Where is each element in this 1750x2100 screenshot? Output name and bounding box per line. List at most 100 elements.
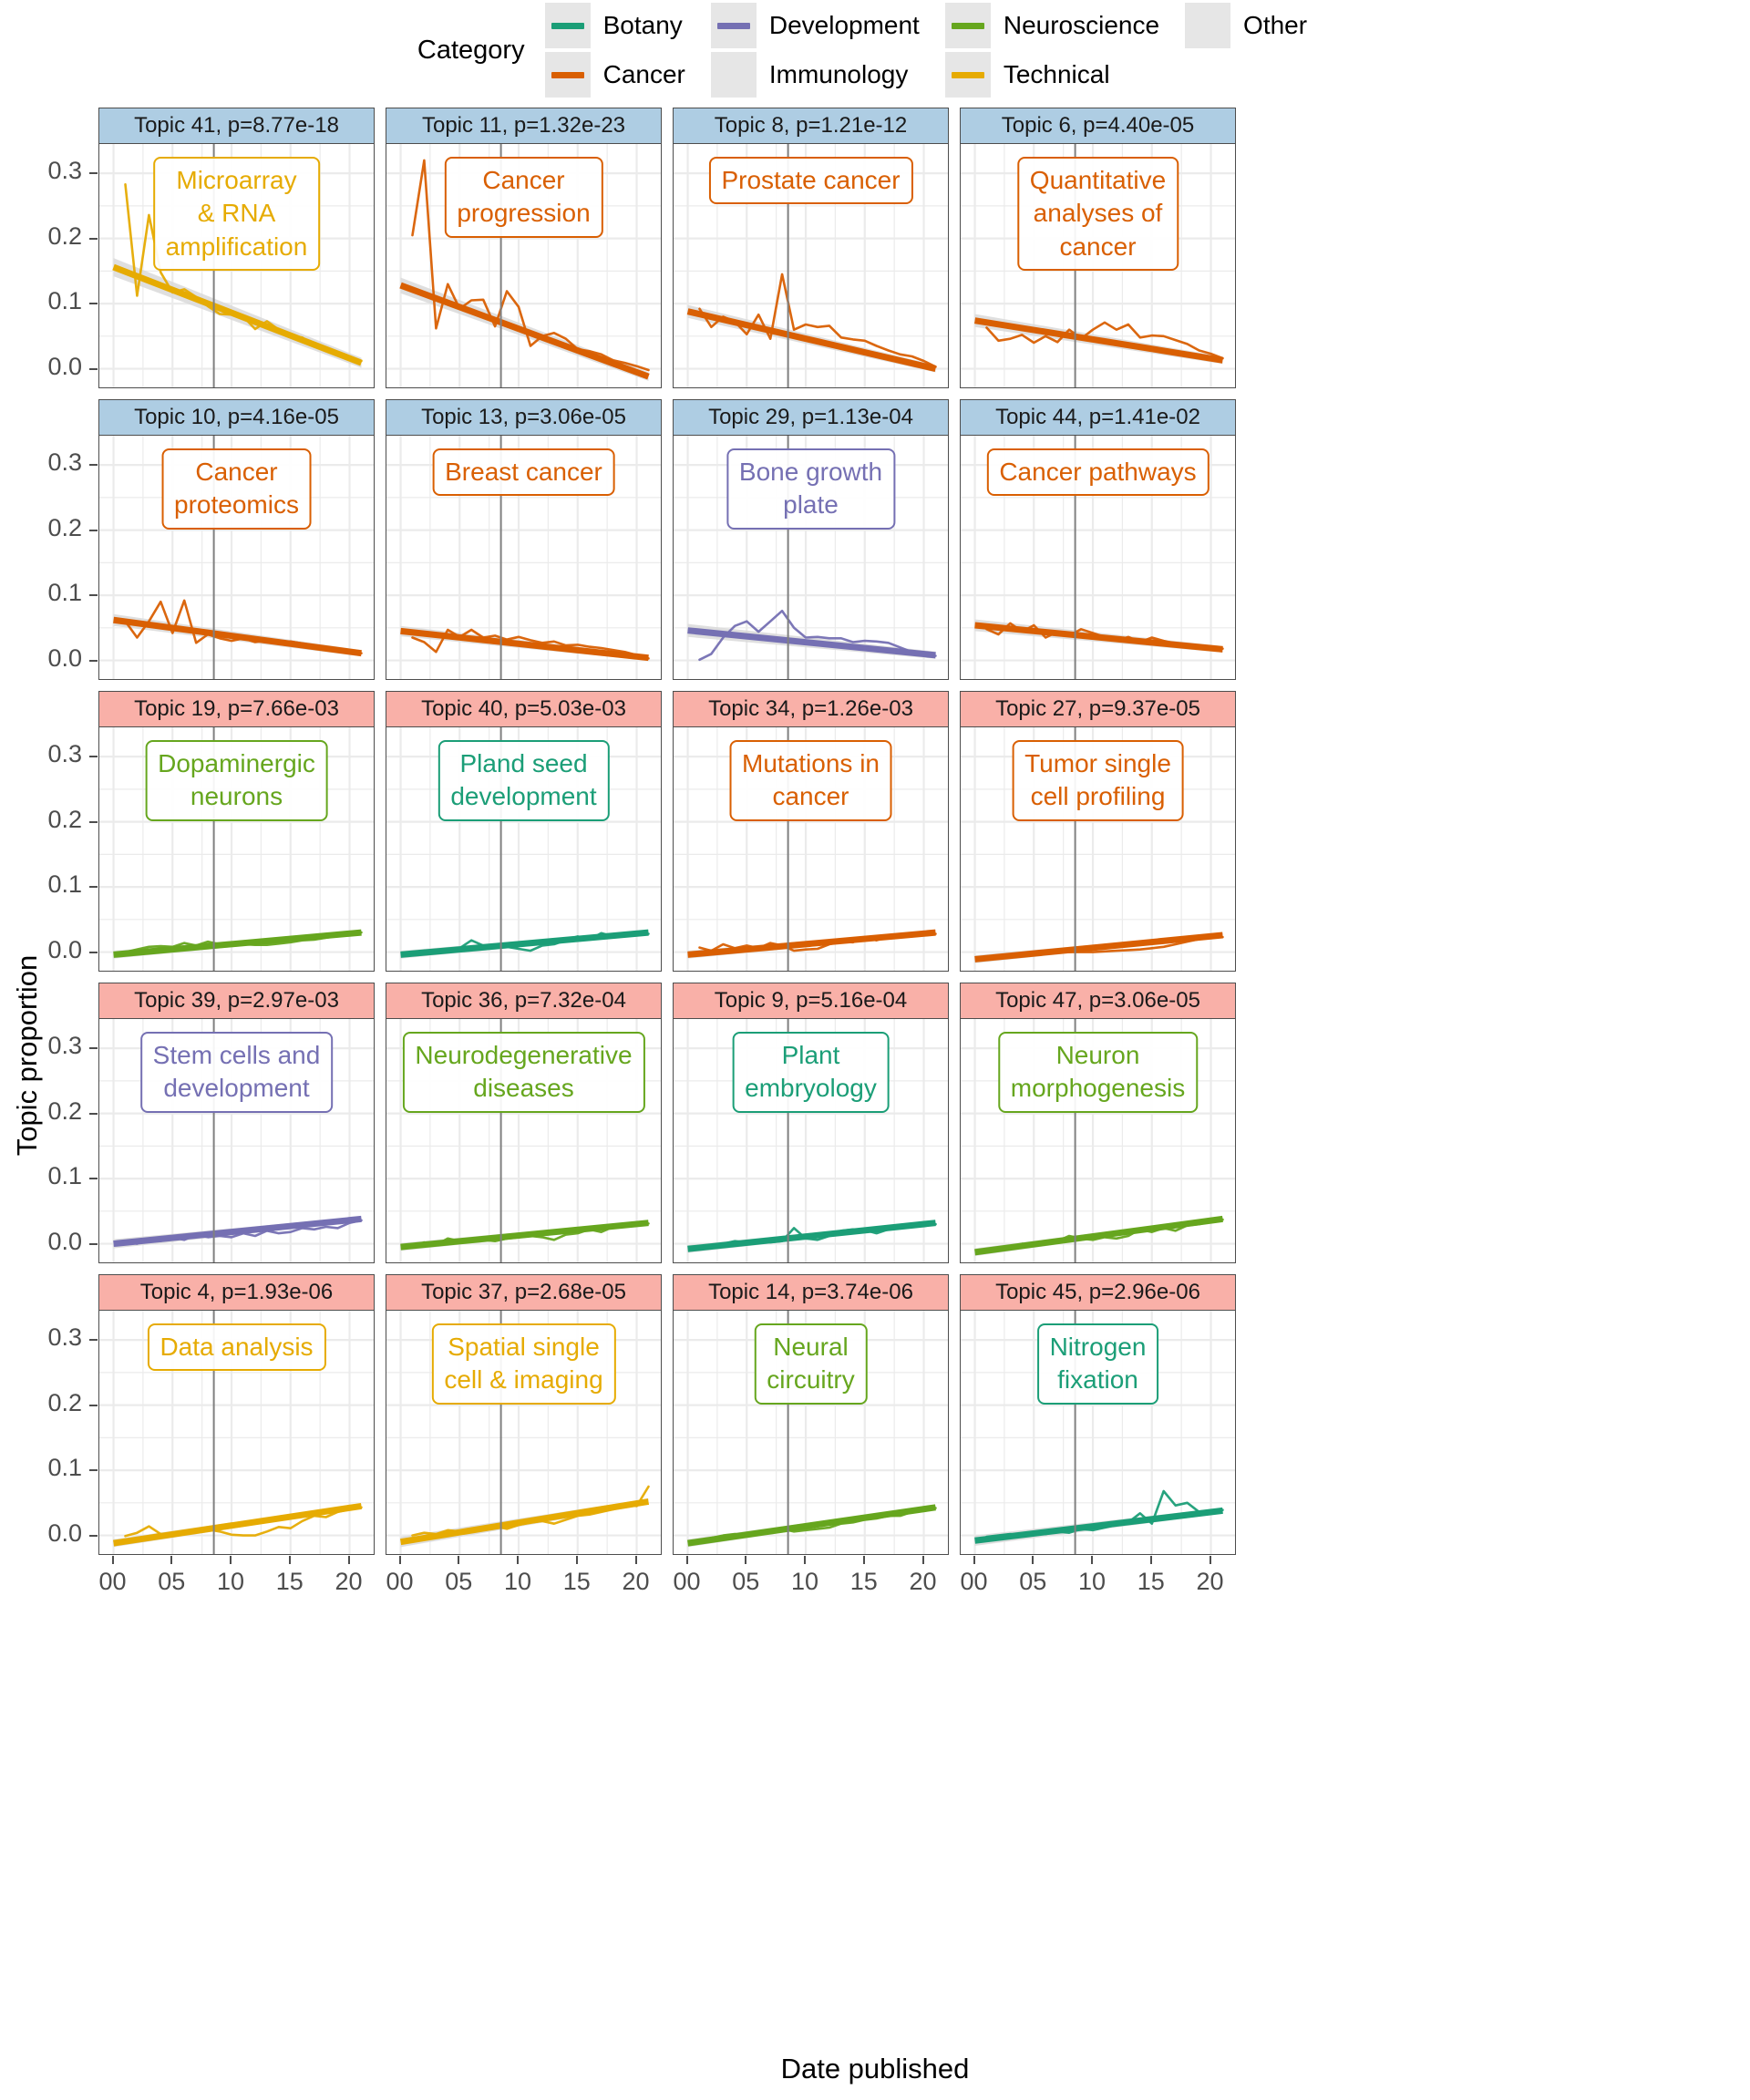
y-tick-label: 0.0 — [47, 1227, 82, 1255]
legend-items: Botany Development Neuroscience Other Cancer… — [544, 1, 1333, 99]
facet-panel: Topic 10, p=4.16e-05 Cancer proteomics — [98, 399, 375, 680]
legend-line-swatch — [716, 22, 750, 29]
x-tick-mark — [685, 1556, 688, 1564]
facet-strip-label: Topic 19, p=7.66e-03 — [98, 691, 375, 727]
topic-label-line: diseases — [473, 1074, 574, 1103]
topic-label-box: Stem cells and development — [139, 1032, 334, 1113]
legend-key-icon — [944, 3, 991, 48]
y-tick-label: 0.0 — [47, 1518, 82, 1547]
facet-strip-label: Topic 40, p=5.03e-03 — [386, 691, 662, 727]
topic-label-line: Plant — [781, 1041, 840, 1069]
facet-plot-area: Data analysis — [98, 1311, 375, 1555]
x-tick-mark — [288, 1556, 291, 1564]
y-tick-label: 0.1 — [47, 870, 82, 899]
legend-item-label: Immunology — [768, 60, 909, 88]
facet-panel: Topic 39, p=2.97e-03 Stem cells and develo… — [98, 983, 375, 1263]
topic-label-line: Stem cells and — [152, 1041, 321, 1069]
facet-strip-label: Topic 27, p=9.37e-05 — [960, 691, 1236, 727]
legend-item-immunology[interactable]: Immunology — [710, 52, 945, 98]
y-tick-mark — [89, 594, 98, 597]
y-tick-mark — [89, 367, 98, 370]
facet-panel: Topic 34, p=1.26e-03 Mutations in cancer — [673, 691, 949, 972]
topic-label-box: Mutations in cancer — [729, 740, 892, 821]
legend-item-development[interactable]: Development — [710, 3, 945, 48]
topic-label-box: Breast cancer — [432, 448, 615, 497]
x-tick-label: 00 — [386, 1568, 414, 1595]
y-tick-label: 0.2 — [47, 1388, 82, 1416]
x-tick-mark — [804, 1556, 807, 1564]
y-tick-label: 0.3 — [47, 448, 82, 477]
x-tick-mark — [634, 1556, 637, 1564]
legend-item-label: Botany — [602, 11, 683, 39]
legend-item-neuroscience[interactable]: Neuroscience — [944, 3, 1185, 48]
x-tick-label: 20 — [335, 1568, 363, 1595]
y-tick-label: 0.1 — [47, 579, 82, 607]
legend-line-swatch — [951, 71, 984, 78]
topic-label-line: proteomics — [174, 490, 299, 520]
y-tick-mark — [89, 303, 98, 305]
topic-label-line: Prostate cancer — [721, 166, 901, 194]
y-tick-label: 0.2 — [47, 1096, 82, 1125]
topic-label-line: Microarray — [176, 166, 297, 194]
facet-panel: Topic 6, p=4.40e-05 Quantitative analyses … — [960, 108, 1236, 388]
facet-panel: Topic 4, p=1.93e-06 Data analysis — [98, 1274, 375, 1555]
topic-label-line: fixation — [1057, 1365, 1138, 1395]
facet-panel: Topic 27, p=9.37e-05 Tumor single cell pro… — [960, 691, 1236, 972]
topic-label-line: Data analysis — [160, 1333, 314, 1361]
facet-panel: Topic 13, p=3.06e-05 Breast cancer — [386, 399, 662, 680]
y-tick-mark — [89, 172, 98, 175]
y-tick-mark — [89, 529, 98, 531]
topic-label-box: Neural circuitry — [754, 1323, 868, 1405]
x-tick-label: 10 — [503, 1568, 532, 1595]
facet-strip-label: Topic 29, p=1.13e-04 — [673, 399, 949, 436]
y-tick-mark — [89, 1242, 98, 1245]
topic-label-line: circuitry — [767, 1365, 855, 1395]
x-tick-mark — [1091, 1556, 1094, 1564]
facet-plot-area: Mutations in cancer — [673, 727, 949, 972]
y-tick-mark — [89, 756, 98, 758]
legend-item-cancer[interactable]: Cancer — [544, 52, 711, 98]
facet-panel: Topic 9, p=5.16e-04 Plant embryology — [673, 983, 949, 1263]
facet-panel: Topic 14, p=3.74e-06 Neural circuitry — [673, 1274, 949, 1555]
facet-strip-label: Topic 14, p=3.74e-06 — [673, 1274, 949, 1311]
legend-item-technical[interactable]: Technical — [944, 52, 1185, 98]
legend-key-icon — [944, 52, 991, 98]
facet-strip-label: Topic 9, p=5.16e-04 — [673, 983, 949, 1019]
x-tick-label: 20 — [909, 1568, 937, 1595]
y-tick-label: 0.2 — [47, 221, 82, 250]
topic-label-line: Nitrogen — [1049, 1333, 1147, 1361]
topic-label-line: Bone growth — [738, 458, 883, 486]
legend-item-other[interactable]: Other — [1185, 3, 1333, 48]
x-tick-label: 10 — [1077, 1568, 1107, 1595]
x-tick-mark — [575, 1556, 578, 1564]
topic-label-line: Breast cancer — [445, 458, 602, 486]
topic-label-box: Cancer pathways — [986, 448, 1210, 497]
legend-key-icon — [1185, 3, 1231, 48]
legend-key-icon — [710, 52, 757, 98]
facet-strip-label: Topic 34, p=1.26e-03 — [673, 691, 949, 727]
topic-label-box: Dopaminergic neurons — [145, 740, 328, 821]
chart-root: Category Botany Development Neuroscience Ot… — [0, 0, 1750, 2100]
legend-item-botany[interactable]: Botany — [544, 3, 711, 48]
topic-label-line: Spatial single — [448, 1333, 600, 1361]
topic-label-box: Quantitative analyses of cancer — [1016, 157, 1179, 272]
facet-plot-area: Dopaminergic neurons — [98, 727, 375, 972]
facet-strip-label: Topic 41, p=8.77e-18 — [98, 108, 375, 144]
legend-item-label: Technical — [1003, 60, 1110, 88]
y-tick-label: 0.0 — [47, 935, 82, 963]
y-tick-mark — [89, 1047, 98, 1050]
topic-label-line: Neural — [773, 1333, 849, 1361]
topic-label-line: morphogenesis — [1010, 1074, 1186, 1103]
topic-label-box: Bone growth plate — [726, 448, 896, 530]
topic-label-line: Neuron — [1055, 1041, 1140, 1069]
facet-panel: Topic 37, p=2.68e-05 Spatial single cell &… — [386, 1274, 662, 1555]
facet-plot-area: Stem cells and development — [98, 1019, 375, 1263]
topic-label-line: analyses of — [1033, 199, 1163, 228]
x-tick-label: 15 — [1137, 1568, 1165, 1595]
topic-label-box: Cancer proteomics — [161, 448, 312, 530]
facet-panel: Topic 40, p=5.03e-03 Pland seed developmen… — [386, 691, 662, 972]
x-tick-label: 10 — [790, 1568, 819, 1595]
facet-panel: Topic 29, p=1.13e-04 Bone growth plate — [673, 399, 949, 680]
topic-label-line: cell & imaging — [444, 1365, 603, 1395]
legend-title: Category — [417, 35, 525, 65]
